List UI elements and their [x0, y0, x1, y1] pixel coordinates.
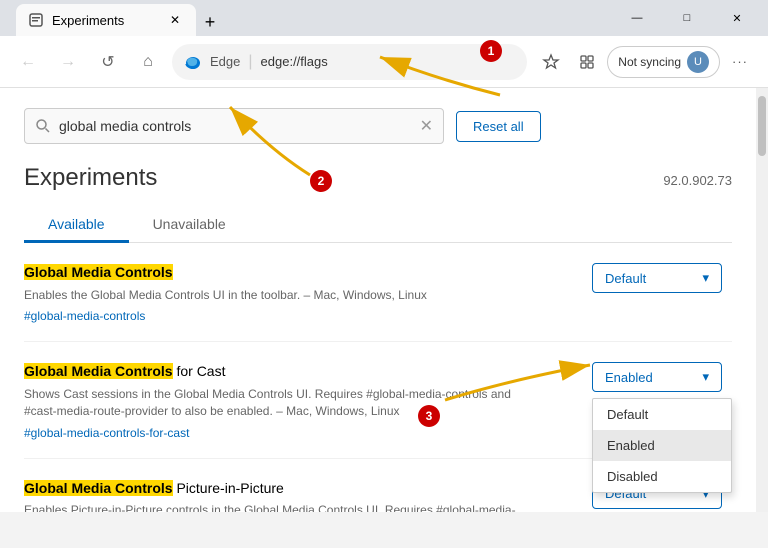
new-tab-button[interactable]: +: [196, 8, 224, 36]
experiment-link-1[interactable]: #global-media-controls-for-cast: [24, 426, 189, 440]
forward-button[interactable]: →: [52, 46, 84, 78]
more-button[interactable]: ···: [724, 46, 756, 78]
profile-avatar: U: [687, 51, 709, 73]
experiment-desc-1: Shows Cast sessions in the Global Media …: [24, 386, 544, 420]
experiment-item-0: Global Media Controls Enables the Global…: [24, 263, 732, 342]
experiment-title-1: Global Media Controls for Cast: [24, 362, 544, 382]
tab-label: Experiments: [52, 13, 124, 28]
chevron-down-icon-0: ▾: [702, 270, 709, 286]
dropdown-option-enabled[interactable]: Enabled: [593, 430, 731, 461]
dropdown-option-disabled[interactable]: Disabled: [593, 461, 731, 492]
experiment-highlight-0: Global Media Controls: [24, 264, 173, 280]
edge-label: Edge: [210, 54, 240, 69]
tab-close-button[interactable]: ✕: [166, 11, 184, 29]
url-bar[interactable]: Edge | edge://flags: [172, 44, 527, 80]
experiment-info-2: Global Media Controls Picture-in-Picture…: [24, 479, 544, 512]
collections-button[interactable]: [571, 46, 603, 78]
experiment-title-2: Global Media Controls Picture-in-Picture: [24, 479, 544, 499]
home-button[interactable]: ⌂: [132, 46, 164, 78]
back-button[interactable]: ←: [12, 46, 44, 78]
experiment-highlight-2: Global Media Controls: [24, 480, 173, 496]
tab-unavailable[interactable]: Unavailable: [129, 208, 250, 243]
experiment-select-1[interactable]: Enabled ▾: [592, 362, 722, 392]
browser-tab[interactable]: Experiments ✕: [16, 4, 196, 36]
experiment-info-1: Global Media Controls for Cast Shows Cas…: [24, 362, 544, 441]
experiment-select-0[interactable]: Default ▾: [592, 263, 722, 293]
url-text: edge://flags: [261, 54, 516, 69]
experiment-desc-0: Enables the Global Media Controls UI in …: [24, 287, 544, 304]
version-text: 92.0.902.73: [663, 173, 732, 188]
content-area: ✕ Reset all Experiments 92.0.902.73 Avai…: [0, 88, 768, 512]
experiment-title-rest-2: Picture-in-Picture: [173, 480, 284, 496]
dropdown-option-default[interactable]: Default: [593, 399, 731, 430]
experiment-title-0: Global Media Controls: [24, 263, 544, 283]
profile-button[interactable]: Not syncing U: [607, 46, 720, 78]
window-controls: — □ ✕: [614, 0, 760, 36]
refresh-button[interactable]: ↺: [92, 46, 124, 78]
experiment-select-value-1: Enabled: [605, 370, 653, 385]
search-icon: [35, 118, 51, 134]
experiment-control-0: Default ▾: [592, 263, 732, 293]
tabs-row: Available Unavailable: [24, 208, 732, 243]
chevron-down-icon-1: ▾: [702, 369, 709, 385]
edge-logo-icon: [184, 53, 202, 71]
page-title-row: Experiments 92.0.902.73: [24, 164, 732, 192]
reset-all-button[interactable]: Reset all: [456, 111, 541, 142]
dropdown-menu-1: Default Enabled Disabled: [592, 398, 732, 493]
page-title: Experiments: [24, 164, 157, 192]
title-bar: Experiments ✕ + — □ ✕: [0, 0, 768, 36]
favorites-button[interactable]: [535, 46, 567, 78]
url-divider: |: [248, 53, 252, 71]
tab-icon: [28, 12, 44, 28]
experiment-link-0[interactable]: #global-media-controls: [24, 309, 145, 323]
not-syncing-label: Not syncing: [618, 55, 681, 69]
experiment-title-rest-1: for Cast: [173, 363, 226, 379]
address-bar: ← → ↺ ⌂ Edge | edge://flags Not syncing …: [0, 36, 768, 88]
experiment-desc-2: Enables Picture-in-Picture controls in t…: [24, 502, 544, 512]
scrollbar-thumb[interactable]: [758, 96, 766, 156]
scrollbar[interactable]: [756, 88, 768, 512]
tab-available[interactable]: Available: [24, 208, 129, 243]
experiment-select-value-0: Default: [605, 271, 646, 286]
maximize-button[interactable]: □: [664, 0, 710, 36]
close-button[interactable]: ✕: [714, 0, 760, 36]
search-input-container[interactable]: ✕: [24, 108, 444, 144]
experiment-item-1: Global Media Controls for Cast Shows Cas…: [24, 362, 732, 458]
toolbar-icons: Not syncing U ···: [535, 46, 756, 78]
experiment-control-1: Enabled ▾ Default Enabled Disabled: [592, 362, 732, 392]
search-bar-row: ✕ Reset all: [24, 108, 732, 144]
experiment-info-0: Global Media Controls Enables the Global…: [24, 263, 544, 325]
experiment-highlight-1: Global Media Controls: [24, 363, 173, 379]
search-input[interactable]: [59, 118, 412, 134]
page-content: ✕ Reset all Experiments 92.0.902.73 Avai…: [0, 88, 756, 512]
search-clear-button[interactable]: ✕: [420, 116, 433, 136]
minimize-button[interactable]: —: [614, 0, 660, 36]
